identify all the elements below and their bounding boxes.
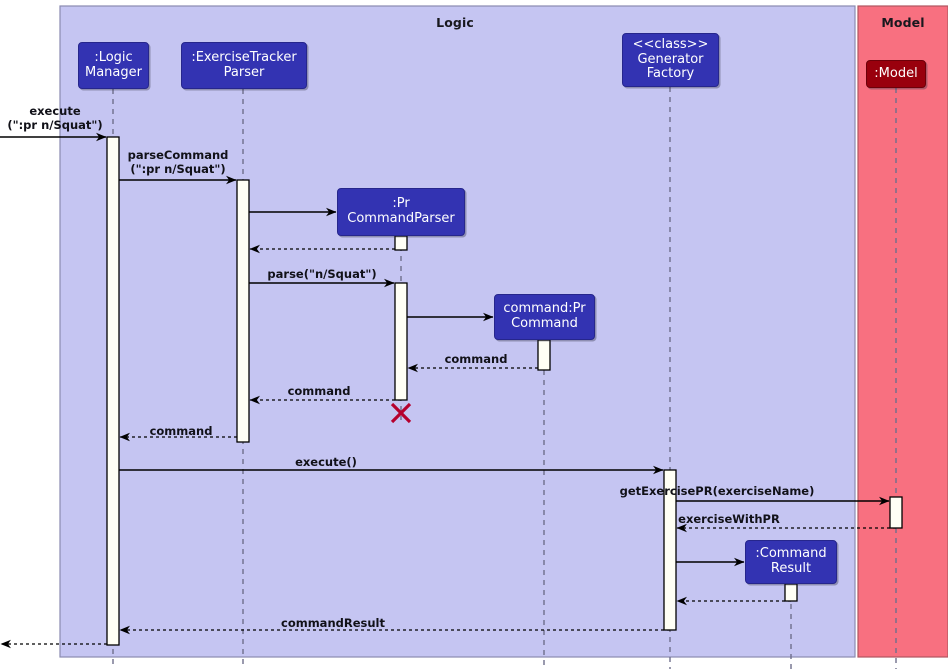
- msg-command-result-label: commandResult: [281, 616, 385, 631]
- msg-execute-entry-label-line-0: execute: [29, 104, 81, 118]
- object-box-generator-factory[interactable]: <<class>> Generator Factory: [622, 33, 719, 87]
- msg-parse-label-line-0: parse("n/Squat"): [267, 267, 377, 281]
- panel-label-logic: Logic: [436, 15, 474, 30]
- msg-parse-label: parse("n/Squat"): [267, 267, 377, 282]
- object-name-line-1-exercise-tracker-parser: Parser: [223, 64, 265, 80]
- act-pr-parser-create: [394, 235, 408, 251]
- msg-command-to-logic-label-line-0: command: [149, 424, 213, 438]
- act-model: [889, 496, 903, 529]
- msg-get-exercise-pr-label: getExercisePR(exerciseName): [619, 484, 815, 499]
- object-box-exercise-tracker-parser[interactable]: :ExerciseTracker Parser: [181, 42, 307, 89]
- object-name-line-0-logic-manager: :Logic: [94, 49, 133, 65]
- act-command-result: [784, 583, 798, 602]
- panel-logic: [59, 5, 856, 658]
- object-name-line-1-pr-command: Command: [511, 316, 578, 331]
- object-box-logic-manager[interactable]: :Logic Manager: [78, 42, 149, 89]
- msg-command-to-parser-label: command: [444, 352, 508, 367]
- panel-label-model: Model: [881, 15, 925, 30]
- msg-execute-label-line-0: execute(): [295, 455, 357, 469]
- msg-command-to-tracker-label-line-0: command: [287, 384, 351, 398]
- msg-command-result-label-line-0: commandResult: [281, 616, 385, 630]
- object-box-command-result[interactable]: :Command Result: [745, 540, 837, 584]
- object-label-command-result: :Command Result: [755, 547, 826, 576]
- object-box-pr-command[interactable]: command:Pr Command: [494, 294, 595, 340]
- object-label-pr-command: command:Pr Command: [503, 302, 585, 331]
- object-name-line-1-logic-manager: Manager: [85, 64, 142, 80]
- msg-execute-entry-label-line-1: (":pr n/Squat"): [7, 117, 103, 132]
- object-label-logic-manager: :Logic Manager: [85, 49, 142, 80]
- msg-exercise-with-pr-label: exerciseWithPR: [678, 512, 780, 527]
- object-name-line-0-pr-command: command:Pr: [503, 301, 586, 317]
- panel-model: [857, 5, 948, 658]
- object-label-exercise-tracker-parser: :ExerciseTracker Parser: [191, 49, 297, 80]
- object-box-model[interactable]: :Model: [866, 60, 926, 88]
- msg-command-to-tracker-label: command: [287, 384, 351, 399]
- object-label-generator-factory: <<class>> Generator Factory: [633, 38, 709, 82]
- msg-command-to-parser-label-line-0: command: [444, 352, 508, 366]
- object-name-line-0-model: :Model: [874, 65, 918, 81]
- msg-get-exercise-pr-label-line-0: getExercisePR(exerciseName): [619, 484, 815, 498]
- object-name-line-1-command-result: Result: [770, 561, 812, 576]
- sequence-diagram-canvas: :Logic Manager:ExerciseTracker Parser:Pr Co…: [0, 0, 948, 669]
- object-stereotype-generator-factory: <<class>>: [632, 37, 709, 53]
- object-label-model: :Model: [874, 65, 918, 82]
- object-box-pr-command-parser[interactable]: :Pr CommandParser: [337, 188, 465, 236]
- msg-execute-label: execute(): [295, 455, 357, 470]
- act-tracker-parser: [236, 179, 250, 443]
- object-name-line-0-generator-factory: Generator: [637, 51, 704, 67]
- object-label-pr-command-parser: :Pr CommandParser: [347, 197, 455, 226]
- msg-execute-entry-label: execute (":pr n/Squat"): [7, 104, 103, 133]
- object-name-line-0-command-result: :Command: [755, 546, 827, 562]
- msg-parse-command-label-line-1: (":pr n/Squat"): [130, 161, 226, 176]
- msg-parse-command-label: parseCommand (":pr n/Squat"): [127, 148, 229, 177]
- act-pr-command: [537, 339, 551, 371]
- act-pr-parser-parse: [394, 282, 408, 401]
- object-name-line-1-generator-factory: Factory: [646, 66, 695, 82]
- object-name-line-0-pr-command-parser: :Pr: [392, 196, 410, 212]
- act-logic-manager: [106, 136, 120, 646]
- msg-exercise-with-pr-label-line-0: exerciseWithPR: [678, 512, 780, 526]
- object-name-line-1-pr-command-parser: CommandParser: [347, 211, 455, 226]
- object-name-line-0-exercise-tracker-parser: :ExerciseTracker: [191, 49, 297, 65]
- msg-parse-command-label-line-0: parseCommand: [127, 148, 229, 162]
- msg-command-to-logic-label: command: [149, 424, 213, 439]
